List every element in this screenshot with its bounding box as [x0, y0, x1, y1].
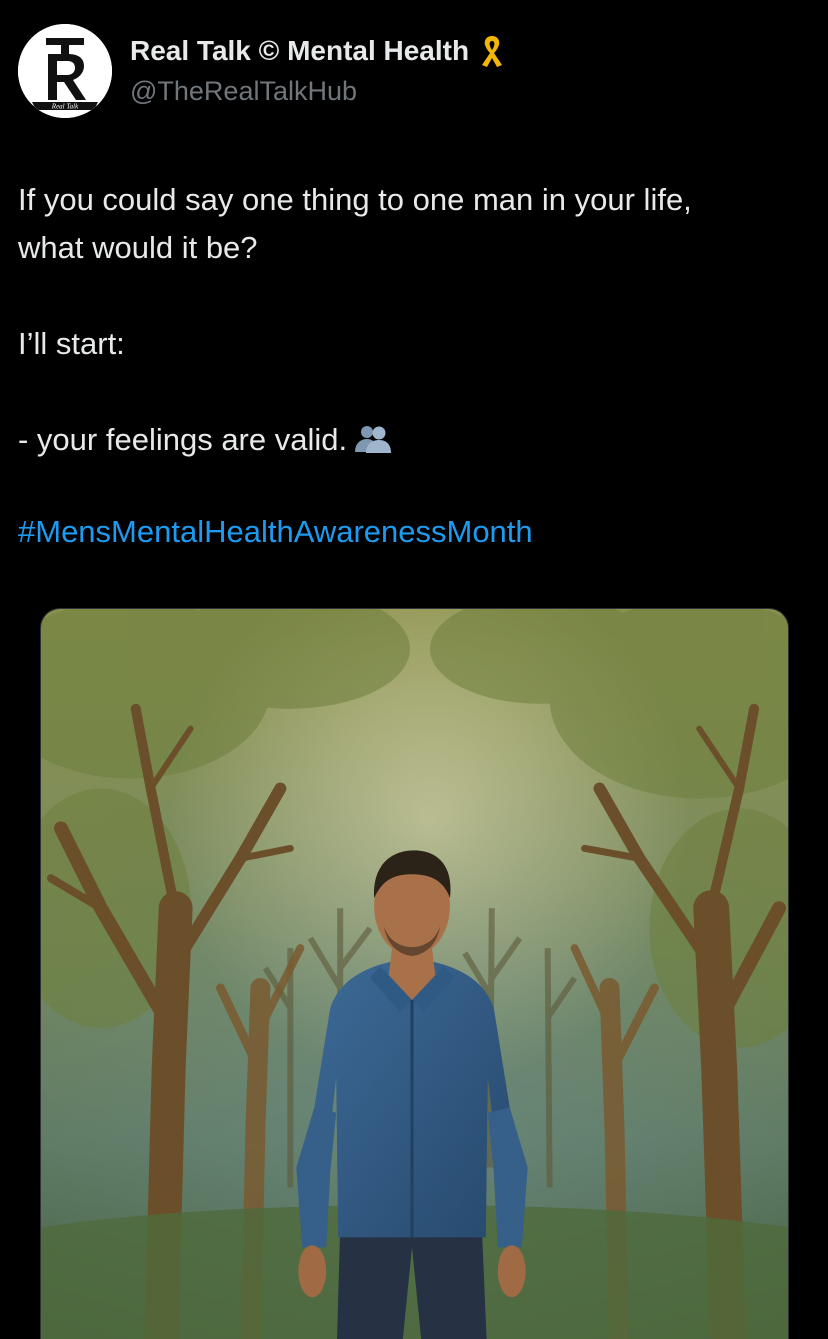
- tweet-line: what would it be?: [18, 230, 258, 265]
- tweet-media-image[interactable]: [40, 608, 789, 1339]
- painting-man-in-forest: [41, 609, 788, 1339]
- svg-text:Real Talk: Real Talk: [51, 103, 79, 111]
- tweet-line: - your feelings are valid.: [18, 422, 348, 457]
- tweet-line-with-emoji: - your feelings are valid.: [18, 416, 813, 464]
- tweet-line: If you could say one thing to one man in…: [18, 182, 692, 217]
- real-talk-logo-icon: Real Talk: [18, 24, 112, 118]
- hashtag-link[interactable]: #MensMentalHealthAwarenessMonth: [18, 514, 533, 550]
- display-name-text: Real Talk © Mental Health: [130, 35, 470, 66]
- yellow-ribbon-icon: [479, 34, 505, 68]
- display-name[interactable]: Real Talk © Mental Health: [130, 34, 505, 68]
- tweet-view: Real Talk Real Talk © Mental Health @The…: [0, 0, 828, 1339]
- user-handle[interactable]: @TheRealTalkHub: [130, 76, 357, 107]
- busts-in-silhouette-icon: [353, 422, 393, 454]
- avatar[interactable]: Real Talk: [18, 24, 112, 118]
- tweet-text: If you could say one thing to one man in…: [18, 176, 813, 464]
- tweet-line: I’ll start:: [18, 326, 125, 361]
